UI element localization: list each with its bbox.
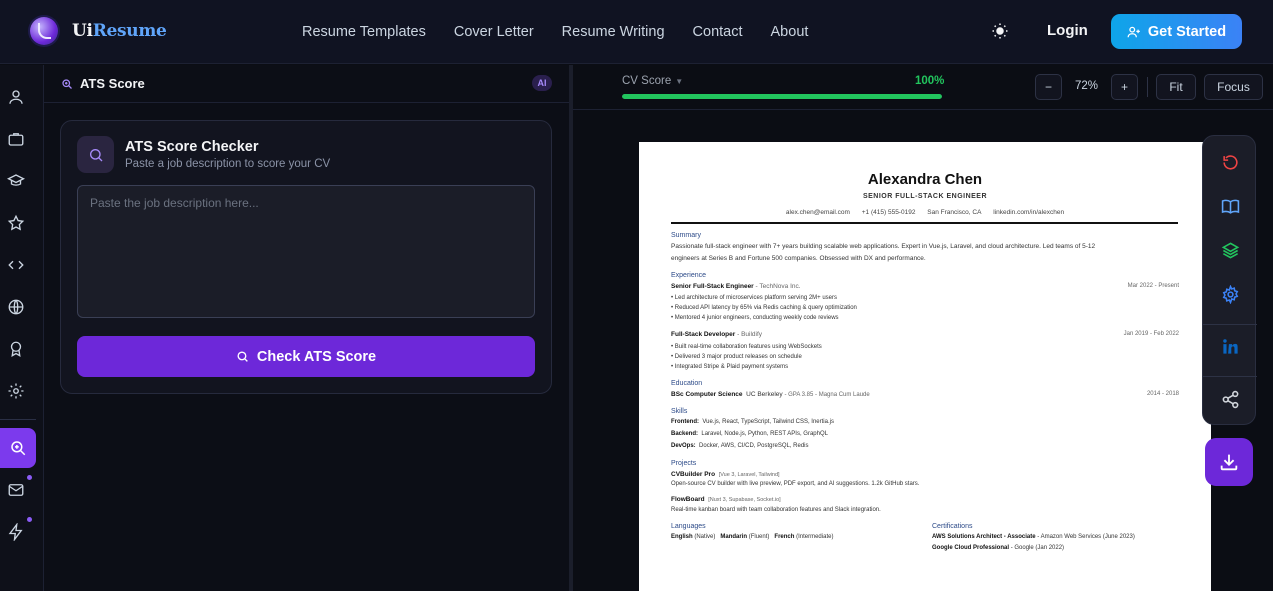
search-icon	[77, 136, 114, 173]
layers-icon[interactable]	[1218, 238, 1242, 262]
toolbar-divider	[1147, 77, 1148, 97]
nav-links: Resume Templates Cover Letter Resume Wri…	[302, 0, 808, 64]
code-icon[interactable]	[0, 249, 32, 281]
cv-score-dropdown[interactable]: CV Score ▼	[622, 75, 683, 87]
summary-heading: Summary	[671, 232, 701, 239]
globe-icon[interactable]	[0, 291, 32, 323]
experience-heading: Experience	[671, 272, 707, 279]
logo-icon	[30, 17, 58, 45]
resume-page: Alexandra Chen SENIOR FULL-STACK ENGINEE…	[639, 142, 1211, 591]
brand-name: UiResume	[72, 21, 167, 41]
panel-title: ATS Score	[80, 76, 145, 91]
resume-preview: CV Score ▼ 100% − 72% + Fit Focus Alexand…	[573, 65, 1273, 591]
nav-resume-templates[interactable]: Resume Templates	[302, 24, 426, 40]
contact-location: San Francisco, CA	[927, 209, 982, 216]
mail-notification-dot	[27, 475, 32, 480]
skills-line: DevOps: Docker, AWS, CI/CD, PostgreSQL, …	[671, 443, 809, 449]
login-link[interactable]: Login	[1047, 22, 1088, 39]
star-icon[interactable]	[0, 207, 32, 239]
certifications-heading: Certifications	[932, 523, 973, 530]
rail-divider	[0, 419, 36, 420]
preview-toolbar: CV Score ▼ 100% − 72% + Fit Focus	[573, 65, 1273, 110]
tools-divider	[1203, 324, 1257, 325]
contact-linkedin: linkedin.com/in/alexchen	[993, 209, 1065, 216]
lightning-notification-dot	[27, 517, 32, 522]
tools-divider	[1203, 376, 1257, 377]
education-line: BSc Computer Science UC Berkeley - GPA 3…	[671, 391, 870, 398]
resume-contact: alex.chen@email.com +1 (415) 555-0192 Sa…	[639, 209, 1211, 216]
panel-header: ATS Score AI	[44, 65, 569, 103]
check-ats-score-button[interactable]: Check ATS Score	[77, 336, 535, 377]
project-description: Open-source CV builder with live preview…	[671, 481, 920, 487]
zoom-out-button[interactable]: −	[1035, 74, 1062, 100]
job-dates: Mar 2022 - Present	[1127, 283, 1179, 289]
user-icon[interactable]	[0, 81, 32, 113]
header-rule	[671, 222, 1178, 224]
user-plus-icon	[1127, 26, 1140, 37]
book-icon[interactable]	[1218, 194, 1242, 218]
nav-resume-writing[interactable]: Resume Writing	[562, 24, 665, 40]
fit-button[interactable]: Fit	[1156, 74, 1196, 100]
cv-score-fill	[622, 94, 942, 99]
summary-line: Passionate full-stack engineer with 7+ y…	[671, 243, 1096, 250]
undo-icon[interactable]	[1218, 150, 1242, 174]
skills-line: Backend: Laravel, Node.js, Python, REST …	[671, 431, 828, 437]
card-title: ATS Score Checker	[125, 139, 259, 155]
summary-line: engineers at Series B and Fortune 500 co…	[671, 255, 926, 262]
preview-tools	[1202, 135, 1257, 425]
ats-checker-card: ATS Score Checker Paste a job descriptio…	[60, 120, 552, 394]
languages-line: English (Native) Mandarin (Fluent) Frenc…	[671, 534, 834, 540]
job-dates: Jan 2019 - Feb 2022	[1123, 331, 1179, 337]
certification-line: AWS Solutions Architect - Associate - Am…	[932, 534, 1135, 540]
job-title-line: Senior Full-Stack Engineer - TechNova In…	[671, 283, 801, 290]
gear-icon[interactable]	[1218, 282, 1242, 306]
graduation-cap-icon[interactable]	[0, 165, 32, 197]
sun-icon[interactable]	[990, 22, 1010, 42]
caret-down-icon: ▼	[675, 77, 684, 86]
share-icon[interactable]	[1218, 387, 1242, 411]
contact-phone: +1 (415) 555-0192	[861, 209, 916, 216]
card-subtitle: Paste a job description to score your CV	[125, 158, 331, 170]
search-zoom-icon[interactable]	[0, 428, 36, 468]
cv-score-value: 100%	[915, 75, 945, 87]
gear-icon[interactable]	[0, 375, 32, 407]
nav-cover-letter[interactable]: Cover Letter	[454, 24, 534, 40]
check-ats-score-label: Check ATS Score	[256, 348, 377, 365]
top-nav: UiResume Resume Templates Cover Letter R…	[0, 0, 1273, 64]
resume-name: Alexandra Chen	[867, 171, 983, 188]
section-rail	[0, 65, 44, 591]
linkedin-icon[interactable]	[1218, 334, 1242, 358]
contact-email: alex.chen@email.com	[785, 209, 850, 216]
brand-logo[interactable]: UiResume	[30, 17, 167, 45]
cv-score-bar	[622, 94, 942, 99]
briefcase-icon[interactable]	[0, 123, 32, 155]
focus-button[interactable]: Focus	[1204, 74, 1263, 100]
certification-line: Google Cloud Professional - Google (Jan …	[932, 545, 1065, 551]
ai-badge: AI	[532, 75, 552, 91]
download-icon	[1220, 454, 1238, 471]
get-started-button[interactable]: Get Started	[1111, 14, 1242, 49]
award-icon[interactable]	[0, 333, 32, 365]
project-description: Real-time kanban board with team collabo…	[671, 507, 881, 513]
search-icon	[237, 351, 248, 362]
nav-contact[interactable]: Contact	[693, 24, 743, 40]
get-started-label: Get Started	[1147, 23, 1227, 40]
skills-line: Frontend: Vue.js, React, TypeScript, Tai…	[671, 419, 834, 425]
download-button[interactable]	[1205, 438, 1253, 486]
job-bullet: • Integrated Stripe & Plaid payment syst…	[671, 364, 789, 370]
job-bullet: • Mentored 4 junior engineers, conductin…	[671, 315, 839, 321]
search-zoom-icon	[62, 78, 72, 89]
resume-role: SENIOR FULL-STACK ENGINEER	[862, 193, 988, 200]
languages-heading: Languages	[671, 523, 706, 530]
skills-heading: Skills	[671, 408, 688, 415]
job-description-input[interactable]	[77, 185, 535, 318]
zoom-in-button[interactable]: +	[1111, 74, 1138, 100]
zoom-level: 72%	[1075, 80, 1099, 92]
education-dates: 2014 - 2018	[1146, 391, 1179, 397]
nav-about[interactable]: About	[771, 24, 809, 40]
education-heading: Education	[671, 380, 703, 387]
projects-heading: Projects	[671, 460, 697, 467]
ats-panel: ATS Score AI ATS Score Checker Paste a j…	[44, 65, 569, 591]
job-title-line: Full-Stack Developer - Buildify	[671, 331, 763, 338]
